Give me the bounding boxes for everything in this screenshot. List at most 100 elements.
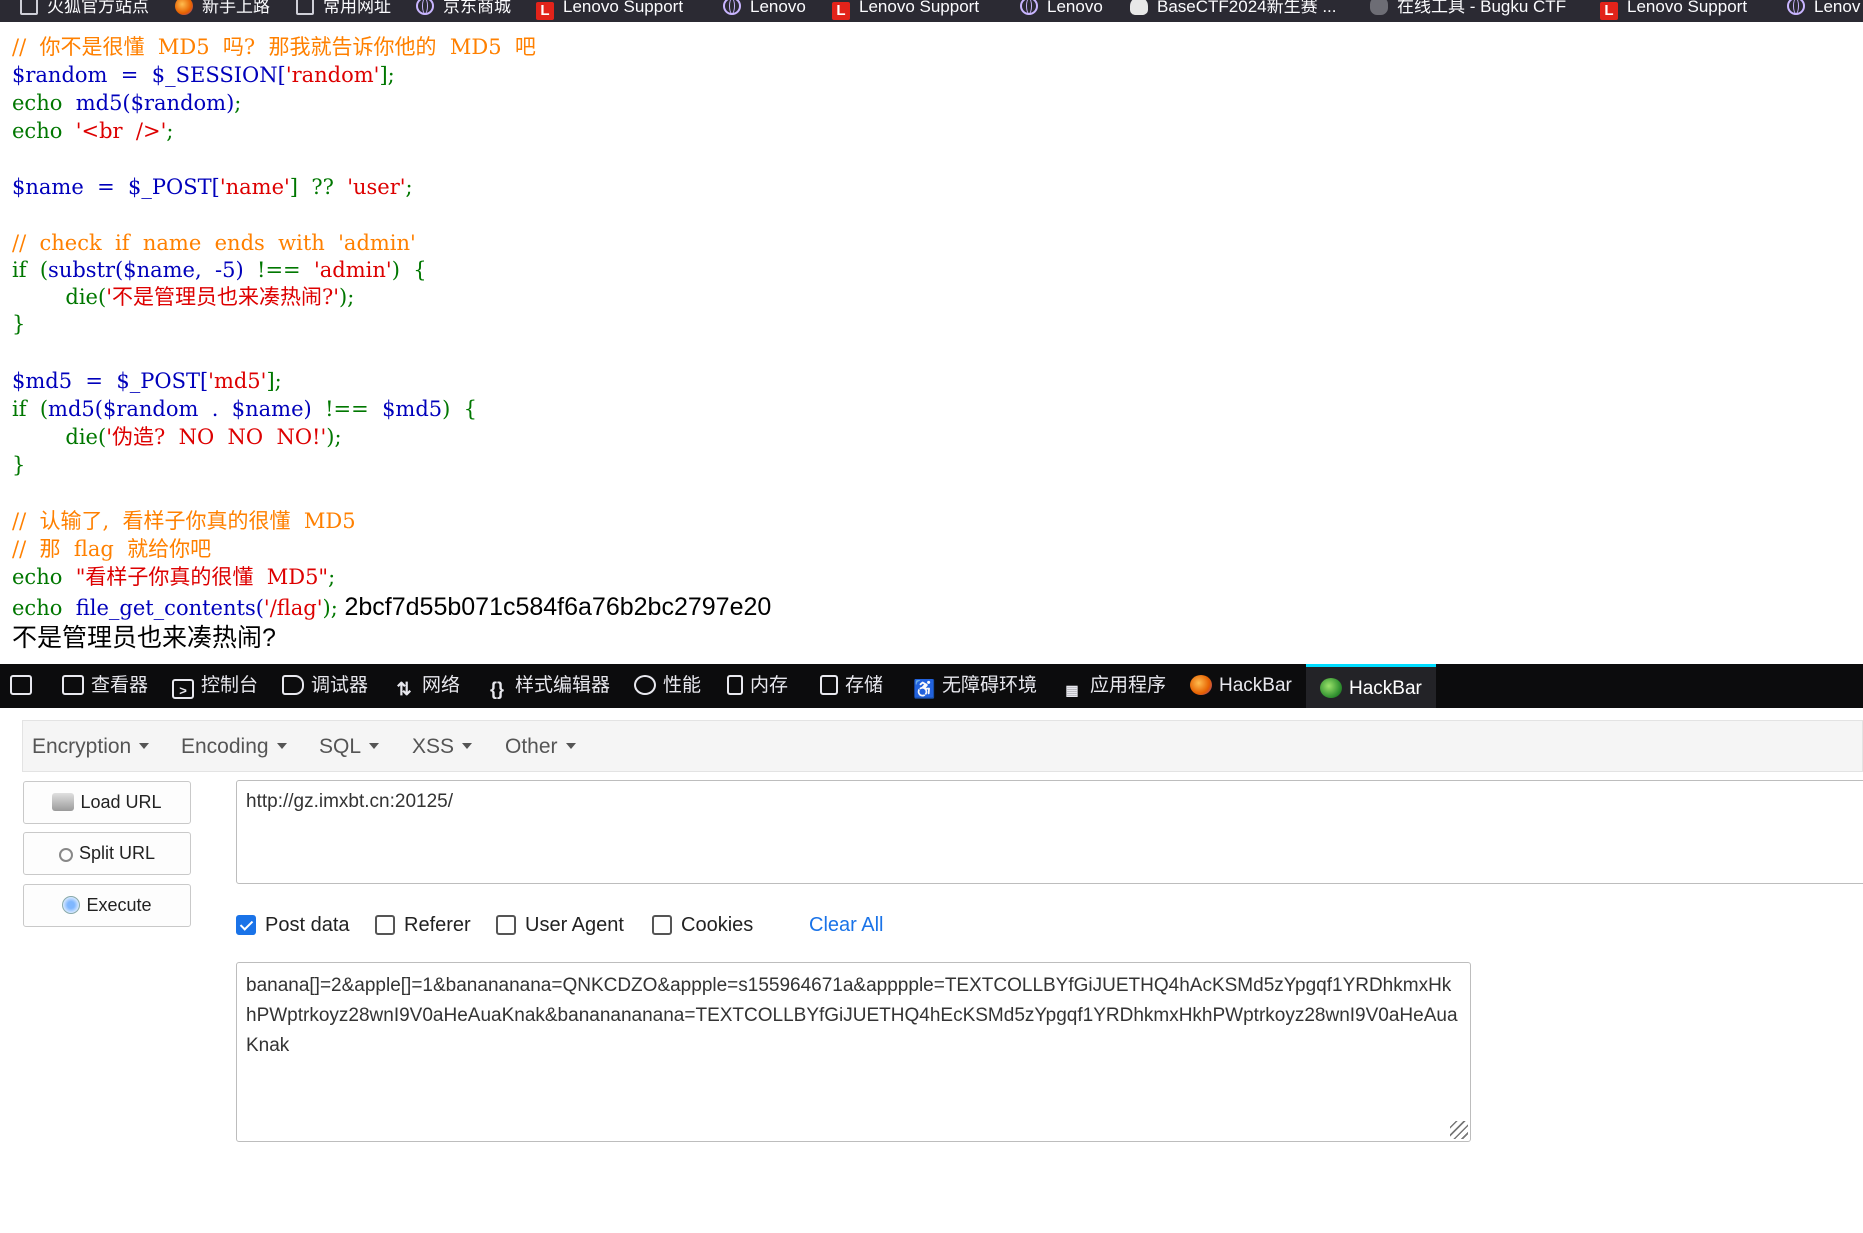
code-line: if (md5($random . $name) !== $md5) { (12, 397, 478, 421)
network-icon: ⇅ (396, 679, 412, 699)
caret-down-icon (369, 743, 380, 749)
tab-inspector[interactable]: 查看器 (62, 664, 148, 708)
bookmark-item[interactable]: 新手上路 (175, 0, 270, 18)
globe-icon (416, 0, 434, 15)
globe-icon (723, 0, 741, 15)
bookmark-item[interactable]: L Lenovo Support (1600, 0, 1747, 20)
style-editor-icon: {} (489, 679, 504, 699)
menu-xss[interactable]: XSS (412, 721, 473, 773)
post-data-textarea[interactable]: banana[]=2&apple[]=1&banananana=QNKCDZO&… (236, 962, 1471, 1142)
post-data-checkbox[interactable]: Post data (236, 912, 350, 938)
bug-icon (1370, 0, 1388, 15)
menu-encoding[interactable]: Encoding (181, 721, 287, 773)
url-value: http://gz.imxbt.cn:20125/ (246, 791, 454, 812)
tab-console[interactable]: > 控制台 (172, 664, 258, 708)
debugger-icon (282, 675, 304, 695)
code-line: $md5 = $_POST['md5']; (12, 369, 282, 393)
load-url-button[interactable]: Load URL (23, 781, 191, 824)
code-line: } (12, 312, 26, 336)
tab-application[interactable]: ▦ 应用程序 (1061, 664, 1166, 708)
user-agent-checkbox[interactable]: User Agent (496, 912, 624, 938)
clear-all-link[interactable]: Clear All (809, 912, 883, 938)
storage-icon (820, 675, 838, 695)
code-line: } (12, 453, 26, 477)
code-line: echo '<br />'; (12, 119, 174, 143)
bookmark-item[interactable]: BaseCTF2024新生赛 ... (1130, 0, 1337, 18)
lenovo-icon: L (1600, 2, 1618, 20)
hackbar-menu: Encryption Encoding SQL XSS Other (22, 720, 1863, 772)
folder-icon (20, 0, 38, 15)
console-icon: > (172, 679, 194, 699)
bookmark-item[interactable]: 火狐官方站点 (20, 0, 149, 18)
lenovo-icon: L (832, 2, 850, 20)
url-textarea[interactable]: http://gz.imxbt.cn:20125/ (236, 780, 1863, 884)
referer-checkbox[interactable]: Referer (375, 912, 471, 938)
bookmark-item[interactable]: Lenovo (1020, 0, 1103, 18)
caret-down-icon (462, 743, 473, 749)
error-message: 不是管理员也来凑热闹? (12, 624, 276, 652)
code-line: echo file_get_contents('/flag'); 2bcf7d5… (12, 593, 772, 621)
tab-hackbar[interactable]: HackBar (1190, 664, 1292, 708)
tab-accessibility[interactable]: ♿ 无障碍环境 (913, 664, 1037, 708)
bookmark-item[interactable]: 京东商城 (416, 0, 511, 18)
checkbox-icon (652, 915, 672, 935)
tab-network[interactable]: ⇅ 网络 (393, 664, 460, 708)
lenovo-icon: L (536, 2, 554, 20)
code-line: // 你不是很懂 MD5 吗? 那我就告诉你他的 MD5 吧 (12, 35, 536, 59)
bookmark-item[interactable]: 在线工具 - Bugku CTF (1370, 0, 1566, 18)
execute-button[interactable]: Execute (23, 884, 191, 927)
menu-other[interactable]: Other (505, 721, 576, 773)
code-line: // 认输了, 看样子你真的很懂 MD5 (12, 509, 356, 533)
accessibility-icon: ♿ (913, 679, 936, 699)
picker-icon (10, 675, 32, 695)
inspector-icon (62, 675, 84, 695)
checkbox-checked-icon (236, 915, 256, 935)
play-icon (62, 896, 81, 914)
tab-memory[interactable]: 内存 (727, 664, 788, 708)
tab-hackbar-active[interactable]: HackBar (1306, 664, 1436, 708)
code-line: $name = $_POST['name'] ?? 'user'; (12, 175, 413, 199)
bookmark-item[interactable]: Lenovo (723, 0, 806, 18)
code-line: echo "看样子你真的很懂 MD5"; (12, 565, 336, 589)
code-line: if (substr($name, -5) !== 'admin') { (12, 258, 427, 282)
tab-debugger[interactable]: 调试器 (282, 664, 368, 708)
tab-performance[interactable]: 性能 (634, 664, 701, 708)
code-line: die('不是管理员也来凑热闹?'); (12, 285, 355, 309)
application-icon: ▦ (1065, 682, 1079, 698)
flag-output: 2bcf7d55b071c584f6a76b2bc2797e20 (344, 593, 772, 621)
caret-down-icon (276, 743, 287, 749)
code-line: die('伪造? NO NO NO!'); (12, 425, 342, 449)
split-url-button[interactable]: Split URL (23, 832, 191, 875)
menu-sql[interactable]: SQL (319, 721, 380, 773)
tab-style-editor[interactable]: {} 样式编辑器 (486, 664, 610, 708)
globe-icon (1020, 0, 1038, 15)
code-line: $random = $_SESSION['random']; (12, 63, 395, 87)
hackbar-icon (1190, 675, 1212, 695)
post-data-value: banana[]=2&apple[]=1&banananana=QNKCDZO&… (246, 975, 1458, 1056)
code-line: // check if name ends with 'admin' (12, 231, 416, 255)
folder-icon (296, 0, 314, 15)
bookmark-item[interactable]: L Lenovo Support (536, 0, 683, 20)
caret-down-icon (139, 743, 150, 749)
bookmark-item[interactable]: Lenov (1787, 0, 1860, 18)
hackbar-panel: Encryption Encoding SQL XSS Other Load U… (0, 708, 1863, 1233)
scissors-icon (58, 848, 73, 862)
element-picker-button[interactable] (10, 664, 36, 708)
checkbox-icon (496, 915, 516, 935)
devtools-toolbar: 查看器 > 控制台 调试器 ⇅ 网络 {} 样式编辑器 性能 内存 存储 ♿ 无障碍环境… (0, 664, 1863, 708)
load-icon (52, 793, 75, 811)
bookmark-item[interactable]: L Lenovo Support (832, 0, 979, 20)
resize-handle-icon[interactable] (1450, 1121, 1468, 1139)
cookies-checkbox[interactable]: Cookies (652, 912, 753, 938)
bookmarks-bar: 火狐官方站点 新手上路 常用网址 京东商城 L Lenovo Support Le… (0, 0, 1863, 22)
tab-storage[interactable]: 存储 (820, 664, 883, 708)
caret-down-icon (565, 743, 576, 749)
code-line: // 那 flag 就给你吧 (12, 537, 212, 561)
ghost-icon (1130, 0, 1148, 15)
bookmark-item[interactable]: 常用网址 (296, 0, 391, 18)
hackbar-icon (1320, 678, 1342, 698)
memory-icon (727, 675, 743, 695)
performance-icon (634, 675, 656, 695)
firefox-icon (175, 0, 193, 15)
menu-encryption[interactable]: Encryption (32, 721, 150, 773)
